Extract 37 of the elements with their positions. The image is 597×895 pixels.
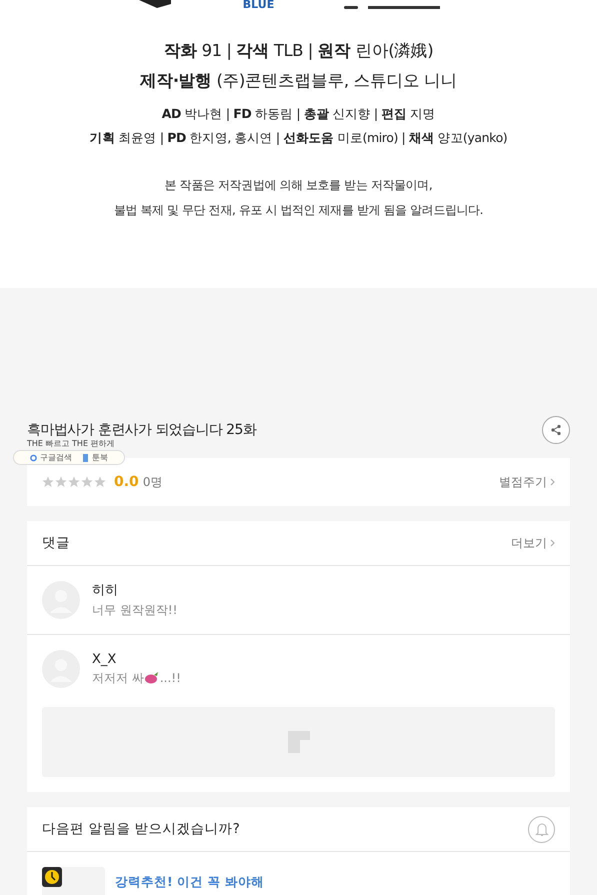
rating-count: 0명	[142, 474, 162, 490]
book-icon	[82, 454, 89, 462]
overlay-tagline: THE 빠르고 THE 편하게	[27, 439, 115, 448]
copyright-notice: 불법 복제 및 무단 전재, 유포 시 법적인 제재를 받게 됨을 알려드립니다.	[114, 202, 484, 219]
comment-text: 저저저 싸	[92, 670, 144, 686]
credit-line: 작화 91 | 각색 TLB | 원작 린아(潾娥)	[164, 40, 434, 62]
comment-author: X_X	[92, 652, 118, 666]
star-icon	[55, 476, 67, 488]
staff-line: 기획 최윤영 | PD 한지영, 홍시연 | 선화도움 미로(miro) | 채색 양꼬(yanko)	[90, 130, 508, 147]
rating-score: 0.0	[114, 474, 139, 490]
episode-title: 흑마법사가 훈련사가 되었습니다 25화	[27, 421, 256, 439]
pill-link[interactable]: 툰북	[82, 452, 108, 463]
bell-icon	[534, 822, 548, 836]
star-icon	[81, 476, 93, 488]
logo-text: BLUE	[242, 0, 274, 10]
star-icon	[94, 476, 106, 488]
comments-title: 댓글	[42, 534, 70, 552]
share-icon	[550, 424, 562, 436]
clock-icon	[42, 867, 62, 887]
notify-question: 다음편 알림을 받으시겠습니까?	[42, 820, 240, 838]
credit-line: 제작·발행 (주)콘텐츠랩블루, 스튜디오 니니	[140, 70, 458, 92]
comment-text: 너무 원작원작!!	[92, 602, 178, 619]
chevron-icon	[550, 478, 555, 486]
rate-link[interactable]: 별점주기	[499, 474, 555, 490]
star-icon	[42, 476, 54, 488]
sticker-icon	[144, 672, 159, 684]
comment-author: 히히	[92, 582, 119, 599]
pill-link[interactable]: 구글검색	[30, 452, 72, 463]
share-button[interactable]	[542, 416, 570, 444]
more-link[interactable]: 더보기	[511, 534, 555, 552]
staff-line: AD 박나현 | FD 하동림 | 총괄 신지향 | 편집 지명	[162, 106, 436, 123]
recommend-link[interactable]: 강력추천! 이건 꼭 봐야해	[115, 874, 264, 890]
comment-text: ...!!	[160, 671, 181, 685]
chevron-icon	[550, 539, 555, 547]
copyright-notice: 본 작품은 저작권법에 의해 보호를 받는 저작물이며,	[164, 177, 432, 194]
g-logo-icon	[30, 454, 37, 462]
star-icon	[68, 476, 80, 488]
